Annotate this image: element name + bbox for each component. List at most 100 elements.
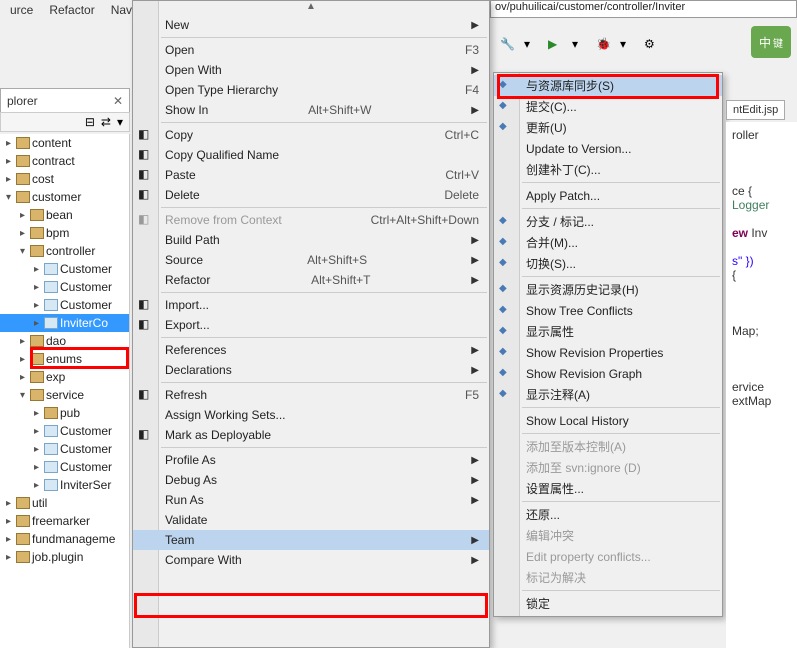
menu-item-copy-qualified-name[interactable]: ◧Copy Qualified Name [133, 145, 489, 165]
submenu-item[interactable]: ◆Show Revision Properties [494, 342, 722, 363]
tree-item-dao[interactable]: ▸dao [0, 332, 129, 350]
team-submenu[interactable]: ◆与资源库同步(S)◆提交(C)...◆更新(U)Update to Versi… [493, 72, 723, 617]
tree-item-content[interactable]: ▸content [0, 134, 129, 152]
tree-item-controller[interactable]: ▾controller [0, 242, 129, 260]
menu-item-compare-with[interactable]: Compare With▶ [133, 550, 489, 570]
expand-icon[interactable]: ▸ [34, 264, 44, 275]
toolbar-icon[interactable]: 🔧 [500, 37, 516, 53]
expand-icon[interactable]: ▸ [6, 156, 16, 167]
menu-item-source[interactable]: SourceAlt+Shift+S▶ [133, 250, 489, 270]
tree-item-customer[interactable]: ▸Customer [0, 422, 129, 440]
tree-item-pub[interactable]: ▸pub [0, 404, 129, 422]
expand-icon[interactable]: ▸ [6, 552, 16, 563]
expand-icon[interactable]: ▸ [34, 444, 44, 455]
submenu-item[interactable]: 设置属性... [494, 478, 722, 499]
menu-item-refactor[interactable]: RefactorAlt+Shift+T▶ [133, 270, 489, 290]
submenu-item[interactable]: ◆提交(C)... [494, 96, 722, 117]
expand-icon[interactable]: ▸ [20, 372, 30, 383]
submenu-item[interactable]: 锁定 [494, 593, 722, 614]
tree-item-enums[interactable]: ▸enums [0, 350, 129, 368]
submenu-item[interactable]: 还原... [494, 504, 722, 525]
menu-item-references[interactable]: References▶ [133, 340, 489, 360]
submenu-item[interactable]: ◆更新(U) [494, 117, 722, 138]
scroll-up-icon[interactable]: ▲ [133, 1, 489, 13]
menu-item-build-path[interactable]: Build Path▶ [133, 230, 489, 250]
menu-item-open-type-hierarchy[interactable]: Open Type HierarchyF4 [133, 80, 489, 100]
tree-item-freemarker[interactable]: ▸freemarker [0, 512, 129, 530]
submenu-item[interactable]: ◆与资源库同步(S) [494, 75, 722, 96]
expand-icon[interactable]: ▾ [6, 192, 16, 203]
tree-item-customer[interactable]: ▾customer [0, 188, 129, 206]
menu-item-import-[interactable]: ◧Import... [133, 295, 489, 315]
menu-item-declarations[interactable]: Declarations▶ [133, 360, 489, 380]
expand-icon[interactable]: ▸ [6, 174, 16, 185]
menu-item-delete[interactable]: ◧DeleteDelete [133, 185, 489, 205]
menu-item-run-as[interactable]: Run As▶ [133, 490, 489, 510]
submenu-item[interactable]: 创建补丁(C)... [494, 159, 722, 180]
tool-icon[interactable]: ⚙ [644, 37, 660, 53]
tree-item-customer[interactable]: ▸Customer [0, 458, 129, 476]
expand-icon[interactable]: ▸ [34, 480, 44, 491]
submenu-item[interactable]: ◆显示注释(A) [494, 384, 722, 405]
submenu-item[interactable]: ◆Show Revision Graph [494, 363, 722, 384]
tree-item-bpm[interactable]: ▸bpm [0, 224, 129, 242]
menu-item-refresh[interactable]: ◧RefreshF5 [133, 385, 489, 405]
menu-item-open[interactable]: OpenF3 [133, 40, 489, 60]
menu-navigate[interactable]: Nav [111, 3, 132, 17]
ime-indicator[interactable]: 中 键 [751, 26, 791, 58]
menu-item-copy[interactable]: ◧CopyCtrl+C [133, 125, 489, 145]
debug-icon[interactable]: 🐞 [596, 37, 612, 53]
tree-item-contract[interactable]: ▸contract [0, 152, 129, 170]
close-icon[interactable]: ✕ [113, 94, 123, 108]
menu-item-assign-working-sets-[interactable]: Assign Working Sets... [133, 405, 489, 425]
submenu-item[interactable]: ◆合并(M)... [494, 232, 722, 253]
expand-icon[interactable]: ▸ [34, 426, 44, 437]
tree-item-util[interactable]: ▸util [0, 494, 129, 512]
tree-item-service[interactable]: ▾service [0, 386, 129, 404]
submenu-item[interactable]: ◆显示资源历史记录(H) [494, 279, 722, 300]
link-editor-icon[interactable]: ⇄ [101, 115, 111, 129]
expand-icon[interactable]: ▸ [20, 336, 30, 347]
expand-icon[interactable]: ▾ [20, 390, 30, 401]
tree-item-customer[interactable]: ▸Customer [0, 278, 129, 296]
tree-item-inviterser[interactable]: ▸InviterSer [0, 476, 129, 494]
expand-icon[interactable]: ▸ [20, 354, 30, 365]
submenu-item[interactable]: ◆显示属性 [494, 321, 722, 342]
toolbar-dropdown-icon[interactable]: ▾ [524, 37, 540, 53]
expand-icon[interactable]: ▸ [6, 534, 16, 545]
menu-item-export-[interactable]: ◧Export... [133, 315, 489, 335]
submenu-item[interactable]: ◆Show Tree Conflicts [494, 300, 722, 321]
expand-icon[interactable]: ▾ [20, 246, 30, 257]
expand-icon[interactable]: ▸ [6, 516, 16, 527]
tree-item-customer[interactable]: ▸Customer [0, 440, 129, 458]
expand-icon[interactable]: ▸ [34, 282, 44, 293]
menu-item-profile-as[interactable]: Profile As▶ [133, 450, 489, 470]
submenu-item[interactable]: Update to Version... [494, 138, 722, 159]
menu-source[interactable]: urce [10, 3, 33, 17]
expand-icon[interactable]: ▸ [6, 498, 16, 509]
expand-icon[interactable]: ▸ [6, 138, 16, 149]
view-menu-icon[interactable]: ▾ [117, 115, 123, 129]
tree-item-exp[interactable]: ▸exp [0, 368, 129, 386]
menu-item-new[interactable]: New▶ [133, 15, 489, 35]
menu-item-team[interactable]: Team▶ [133, 530, 489, 550]
tree-item-fundmanageme[interactable]: ▸fundmanageme [0, 530, 129, 548]
editor-tab[interactable]: ntEdit.jsp [726, 100, 785, 120]
run-icon[interactable]: ▶ [548, 37, 564, 53]
menu-item-validate[interactable]: Validate [133, 510, 489, 530]
expand-icon[interactable]: ▸ [34, 408, 44, 419]
context-menu[interactable]: ▲ New▶OpenF3Open With▶Open Type Hierarch… [132, 0, 490, 648]
expand-icon[interactable]: ▸ [20, 228, 30, 239]
toolbar-dropdown-icon[interactable]: ▾ [572, 37, 588, 53]
menu-item-show-in[interactable]: Show InAlt+Shift+W▶ [133, 100, 489, 120]
menu-refactor[interactable]: Refactor [49, 3, 94, 17]
explorer-tab[interactable]: plorer ✕ [0, 88, 130, 112]
code-editor[interactable]: roller ce { Logger ew Inv s" }) { Map; e… [726, 122, 797, 648]
submenu-item[interactable]: ◆切换(S)... [494, 253, 722, 274]
submenu-item[interactable]: Apply Patch... [494, 185, 722, 206]
menu-item-debug-as[interactable]: Debug As▶ [133, 470, 489, 490]
package-explorer-tree[interactable]: ▸content▸contract▸cost▾customer▸bean▸bpm… [0, 134, 130, 648]
tree-item-job.plugin[interactable]: ▸job.plugin [0, 548, 129, 566]
expand-icon[interactable]: ▸ [20, 210, 30, 221]
collapse-all-icon[interactable]: ⊟ [85, 115, 95, 129]
